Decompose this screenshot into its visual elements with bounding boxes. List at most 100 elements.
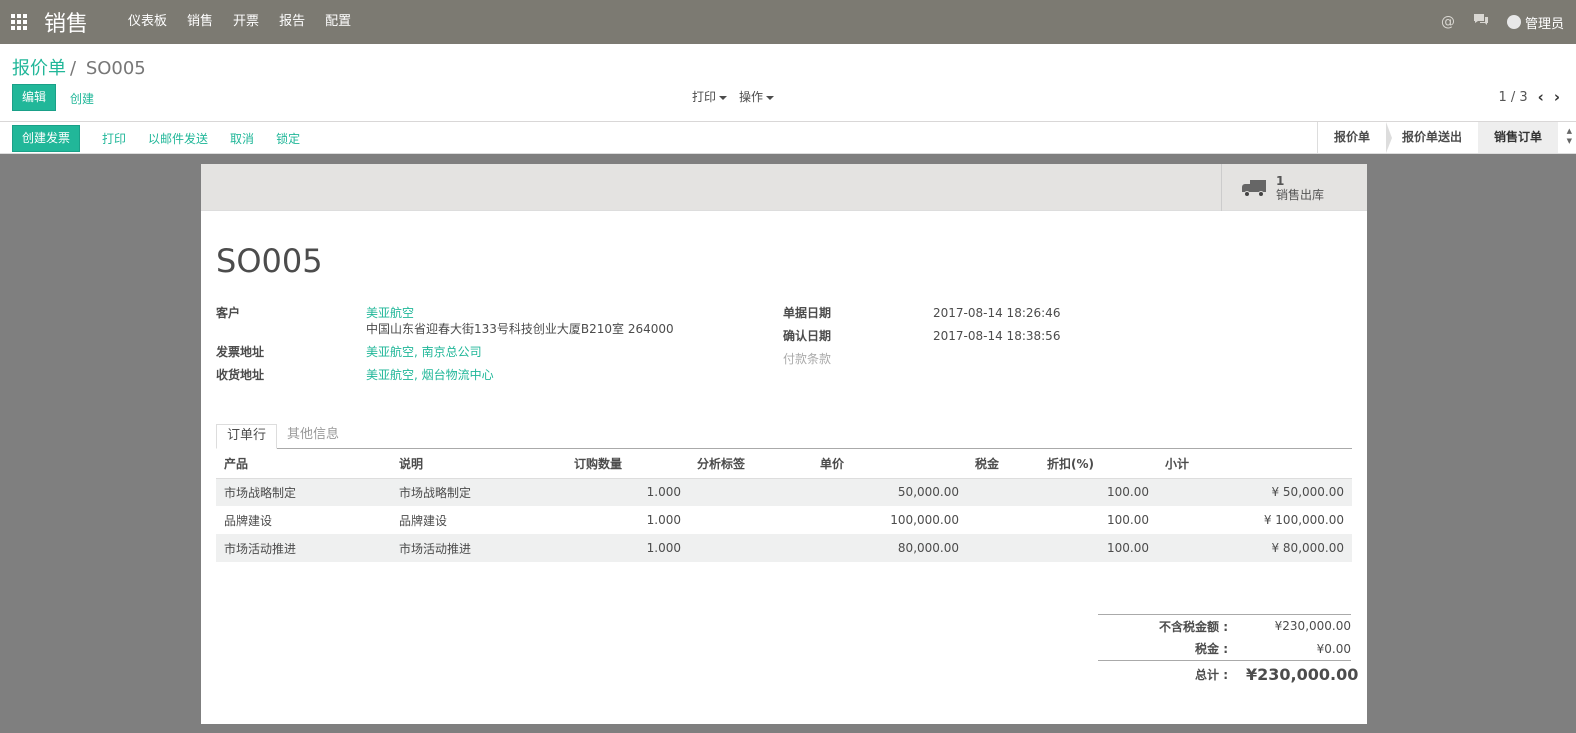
print-button[interactable]: 打印 [102,130,126,147]
invoice-address-label: 发票地址 [216,345,265,359]
tab-order-lines[interactable]: 订单行 [216,424,278,449]
create-button[interactable]: 创建 [70,90,94,107]
app-brand: 销售 [44,12,89,37]
col-discount[interactable]: 折扣(%) [1039,450,1157,479]
create-invoice-button[interactable]: 创建发票 [12,125,81,152]
stage-pipeline: 报价单 报价单送出 销售订单 [1316,122,1558,153]
cell-subtotal: ¥ 50,000.00 [1157,478,1352,506]
menu-invoicing[interactable]: 开票 [223,0,269,44]
cell-description: 市场活动推进 [391,534,566,562]
stage-sales-order[interactable]: 销售订单 [1477,122,1558,153]
delivery-smart-button[interactable]: 1 销售出库 [1221,164,1367,211]
breadcrumb: 报价单 / SO005 [12,54,146,80]
col-analytic-tags[interactable]: 分析标签 [689,450,812,479]
form-view: 1 销售出库 SO005 客户 美亚航空 中国山东省迎春大街133号科技创业大厦… [0,154,1576,733]
breadcrumb-parent[interactable]: 报价单 [12,58,66,79]
breadcrumb-current: SO005 [85,58,146,79]
cell-analytic-tags [689,534,812,562]
tab-other-info[interactable]: 其他信息 [277,424,349,448]
cell-product: 市场战略制定 [216,478,391,506]
print-dropdown-label: 打印 [692,90,717,104]
cell-subtotal: ¥ 80,000.00 [1157,534,1352,562]
delivery-address-link[interactable]: 美亚航空, 烟台物流中心 [366,367,494,383]
action-dropdown-label: 操作 [739,90,764,104]
lock-button[interactable]: 锁定 [276,130,300,147]
untaxed-label: 不含税金额 : [1159,619,1228,634]
tax-label: 税金 : [1195,642,1228,656]
totals-summary: 不含税金额 : ¥230,000.00 税金 : ¥0.00 总计 : ¥230… [1098,614,1359,688]
user-menu[interactable]: 管理员 [1506,13,1564,32]
chevron-left-icon[interactable]: ‹ [1538,88,1544,106]
menu-reporting[interactable]: 报告 [269,0,315,44]
cancel-button[interactable]: 取消 [230,130,254,147]
confirm-date-label: 确认日期 [783,329,832,343]
menu-dashboard[interactable]: 仪表板 [118,0,177,44]
menu-sales[interactable]: 销售 [177,0,223,44]
chat-icon[interactable] [1473,13,1489,31]
scroll-arrows[interactable]: ▲ ▼ [1567,126,1572,146]
payment-terms-label: 付款条款 [783,352,832,366]
cell-analytic-tags [689,506,812,534]
status-bar: 创建发票 打印 以邮件发送 取消 锁定 报价单 报价单送出 销售订单 ▲ ▼ [0,122,1576,154]
confirm-date-value: 2017-08-14 18:38:56 [933,329,1061,343]
pager-value[interactable]: 1 / 3 [1498,90,1527,105]
left-field-group: 客户 美亚航空 中国山东省迎春大街133号科技创业大厦B210室 264000 … [216,305,674,390]
col-unit-price[interactable]: 单价 [812,450,967,479]
table-row[interactable]: 市场活动推进 市场活动推进 1.000 80,000.00 100.00 ¥ 8… [216,534,1352,562]
edit-button[interactable]: 编辑 [12,84,57,111]
menu-configuration[interactable]: 配置 [315,0,361,44]
sidebar-dropdowns: 打印 操作 [692,88,775,105]
table-row[interactable]: 品牌建设 品牌建设 1.000 100,000.00 100.00 ¥ 100,… [216,506,1352,534]
order-date-label: 单据日期 [783,306,832,320]
col-product[interactable]: 产品 [216,450,391,479]
cell-discount: 100.00 [1039,478,1157,506]
delivery-address-label: 收货地址 [216,368,265,382]
cell-unit-price: 80,000.00 [812,534,967,562]
col-subtotal[interactable]: 小计 [1157,450,1352,479]
cell-taxes [967,478,1039,506]
order-lines-table: 产品 说明 订购数量 分析标签 单价 税金 折扣(%) 小计 市场战略制定 市场… [216,450,1352,562]
col-description[interactable]: 说明 [391,450,566,479]
cell-subtotal: ¥ 100,000.00 [1263,513,1344,527]
user-name: 管理员 [1524,16,1564,32]
cell-product: 品牌建设 [224,513,273,528]
order-date-value: 2017-08-14 18:26:46 [933,306,1061,320]
table-row[interactable]: 市场战略制定 市场战略制定 1.000 50,000.00 100.00 ¥ 5… [216,478,1352,506]
cell-product: 市场活动推进 [216,534,391,562]
stage-quotation[interactable]: 报价单 [1318,122,1392,153]
stage-quotation-sent[interactable]: 报价单送出 [1386,122,1485,153]
cell-unit-price: 50,000.00 [812,478,967,506]
customer-link[interactable]: 美亚航空 [366,305,674,321]
form-sheet: 1 销售出库 SO005 客户 美亚航空 中国山东省迎春大街133号科技创业大厦… [201,164,1367,724]
notebook-tabs: 订单行 其他信息 [216,424,1352,449]
at-icon[interactable]: @ [1441,14,1455,30]
action-dropdown[interactable]: 操作 [739,88,775,105]
invoice-address-link[interactable]: 美亚航空, 南京总公司 [366,344,482,360]
apps-menu-icon[interactable] [0,0,38,44]
cell-quantity: 1.000 [646,513,681,527]
cell-taxes [967,534,1039,562]
control-panel: 报价单 / SO005 编辑 创建 打印 操作 1 / 3 ‹ › [0,44,1576,122]
cell-description: 品牌建设 [399,513,448,528]
arrow-up-icon[interactable]: ▲ [1567,126,1572,136]
cell-quantity: 1.000 [566,534,689,562]
arrow-down-icon[interactable]: ▼ [1567,136,1572,146]
statusbar-buttons: 创建发票 打印 以邮件发送 取消 锁定 [12,125,300,152]
col-quantity[interactable]: 订购数量 [566,450,689,479]
top-navbar: 销售 仪表板 销售 开票 报告 配置 @ 管理员 [0,0,1576,44]
chevron-right-icon[interactable]: › [1554,88,1560,106]
navbar-right: @ 管理员 [1441,0,1564,44]
col-taxes[interactable]: 税金 [967,450,1039,479]
cell-taxes [967,506,1039,534]
print-dropdown[interactable]: 打印 [692,88,728,105]
main-menu: 仪表板 销售 开票 报告 配置 [118,0,361,44]
total-value: ¥230,000.00 [1246,665,1359,684]
caret-down-icon [766,95,775,100]
caret-down-icon [719,95,728,100]
send-email-button[interactable]: 以邮件发送 [148,130,208,147]
avatar [1506,15,1521,29]
delivery-label: 销售出库 [1276,187,1325,202]
cell-analytic-tags [689,478,812,506]
customer-label: 客户 [216,306,241,320]
cell-quantity: 1.000 [566,478,689,506]
